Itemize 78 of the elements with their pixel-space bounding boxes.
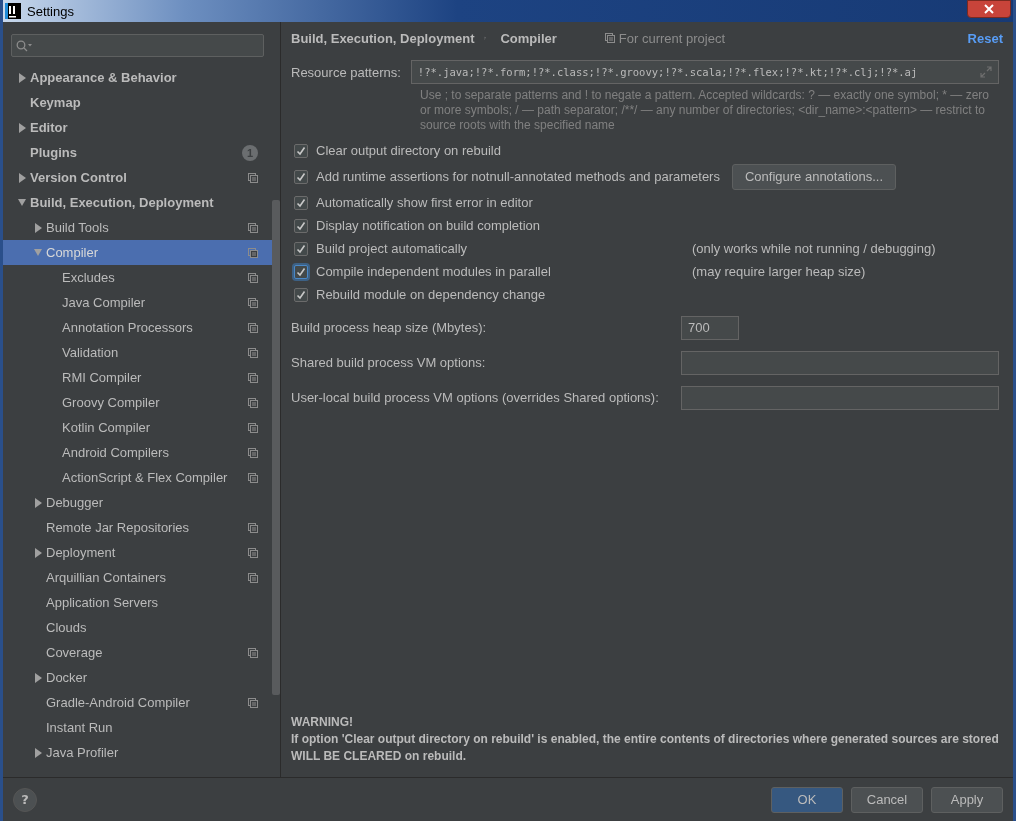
- checkbox-label[interactable]: Automatically show first error in editor: [316, 195, 533, 210]
- reset-link[interactable]: Reset: [967, 30, 1003, 46]
- tree-item[interactable]: Excludes: [3, 265, 272, 290]
- checkbox-label[interactable]: Display notification on build completion: [316, 218, 540, 233]
- tree-item[interactable]: Docker: [3, 665, 272, 690]
- tree-item[interactable]: Build Tools: [3, 215, 272, 240]
- tree-item[interactable]: Application Servers: [3, 590, 272, 615]
- checkbox-label[interactable]: Add runtime assertions for notnull-annotated methods and parameters: [316, 169, 720, 184]
- checkbox[interactable]: [294, 287, 308, 302]
- tree-item[interactable]: Validation: [3, 340, 272, 365]
- help-button[interactable]: ?: [13, 787, 37, 812]
- check-icon: [296, 243, 306, 254]
- checkbox[interactable]: [294, 143, 308, 158]
- tree-item[interactable]: Annotation Processors: [3, 315, 272, 340]
- text-field[interactable]: [681, 385, 999, 410]
- scrollbar-thumb[interactable]: [272, 200, 280, 695]
- warning-text: If option 'Clear output directory on rebuild' is enabled, the entire contents of directories where generated sources are stored WILL BE CLEARED on rebuild.: [291, 731, 999, 765]
- field-label: Shared build process VM options:: [291, 355, 487, 370]
- tree-item[interactable]: Gradle-Android Compiler: [3, 690, 272, 715]
- configure-button[interactable]: Configure annotations...: [731, 163, 896, 190]
- tree-item[interactable]: Editor: [3, 115, 272, 140]
- option-note: (may require larger heap size): [692, 264, 866, 279]
- check-icon: [296, 197, 306, 208]
- checkbox-label[interactable]: Build project automatically: [316, 241, 680, 256]
- tree-item[interactable]: Build, Execution, Deployment: [3, 190, 272, 215]
- tree-item[interactable]: Appearance & Behavior: [3, 65, 272, 90]
- window-title: Settings: [27, 3, 74, 19]
- resource-patterns-field[interactable]: !?*.java;!?*.form;!?*.class;!?*.groovy;!?*.scala;!?*.flex;!?*.kt;!?*.clj;!?*.aj: [410, 60, 999, 84]
- tree-item[interactable]: Keymap: [3, 90, 272, 115]
- checkbox-label[interactable]: Compile independent modules in parallel: [316, 264, 680, 279]
- warning-title: WARNING!: [291, 714, 354, 731]
- check-icon: [296, 220, 306, 231]
- app-logo-icon: [5, 3, 21, 19]
- tree-item[interactable]: Debugger: [3, 490, 272, 515]
- checkbox[interactable]: [294, 169, 308, 184]
- search-field[interactable]: [11, 34, 264, 57]
- dialog-button[interactable]: Cancel: [851, 786, 923, 813]
- tree-item[interactable]: Version Control: [3, 165, 272, 190]
- checkbox-label[interactable]: Rebuild module on dependency change: [316, 287, 546, 302]
- field-label: Build process heap size (Mbytes):: [291, 320, 488, 335]
- breadcrumb: Compiler: [500, 30, 557, 46]
- tree-item[interactable]: Java Profiler: [3, 740, 272, 765]
- tree-item[interactable]: Clouds: [3, 615, 272, 640]
- breadcrumb: Build, Execution, Deployment: [291, 30, 475, 46]
- tree-item[interactable]: ActionScript & Flex Compiler: [3, 465, 272, 490]
- checkbox[interactable]: [294, 218, 308, 233]
- text-field[interactable]: 700: [681, 315, 739, 340]
- close-button[interactable]: [967, 0, 1011, 18]
- tree-item[interactable]: Remote Jar Repositories: [3, 515, 272, 540]
- option-note: (only works while not running / debugging): [692, 241, 936, 256]
- checkbox[interactable]: [294, 195, 308, 210]
- tree-item[interactable]: Coverage: [3, 640, 272, 665]
- close-icon: [984, 4, 994, 14]
- tree-item[interactable]: Android Compilers: [3, 440, 272, 465]
- dialog-button[interactable]: OK: [771, 786, 843, 813]
- check-icon: [296, 266, 306, 277]
- checkbox[interactable]: [294, 241, 308, 256]
- dialog-button[interactable]: Apply: [931, 786, 1003, 813]
- copy-icon: [604, 33, 615, 43]
- tree-item[interactable]: Groovy Compiler: [3, 390, 272, 415]
- field-label: Resource patterns:: [291, 64, 401, 80]
- field-label: User-local build process VM options (overrides Shared options):: [291, 390, 660, 405]
- checkbox[interactable]: [294, 264, 308, 279]
- tree-item[interactable]: Arquillian Containers: [3, 565, 272, 590]
- tree-item[interactable]: Java Compiler: [3, 290, 272, 315]
- tree-item[interactable]: RMI Compiler: [3, 365, 272, 390]
- check-icon: [296, 171, 306, 182]
- search-icon: [16, 39, 34, 52]
- tree-item[interactable]: Compiler: [3, 240, 272, 265]
- text-field[interactable]: [681, 350, 999, 375]
- check-icon: [296, 289, 306, 300]
- checkbox-label[interactable]: Clear output directory on rebuild: [316, 143, 501, 158]
- hint-text: Use ; to separate patterns and ! to negate a pattern. Accepted wildcards: ? — exactly one symbol; * — zero or more symbols; / — path separator; /**/ — any number of directories; <dir_name>:<pattern> — restrict to source roots with the specified name: [420, 88, 990, 133]
- tree-item[interactable]: Deployment: [3, 540, 272, 565]
- check-icon: [296, 145, 306, 156]
- tree-item[interactable]: Instant Run: [3, 715, 272, 740]
- tree-item[interactable]: Kotlin Compiler: [3, 415, 272, 440]
- scope-label: For current project: [618, 30, 725, 46]
